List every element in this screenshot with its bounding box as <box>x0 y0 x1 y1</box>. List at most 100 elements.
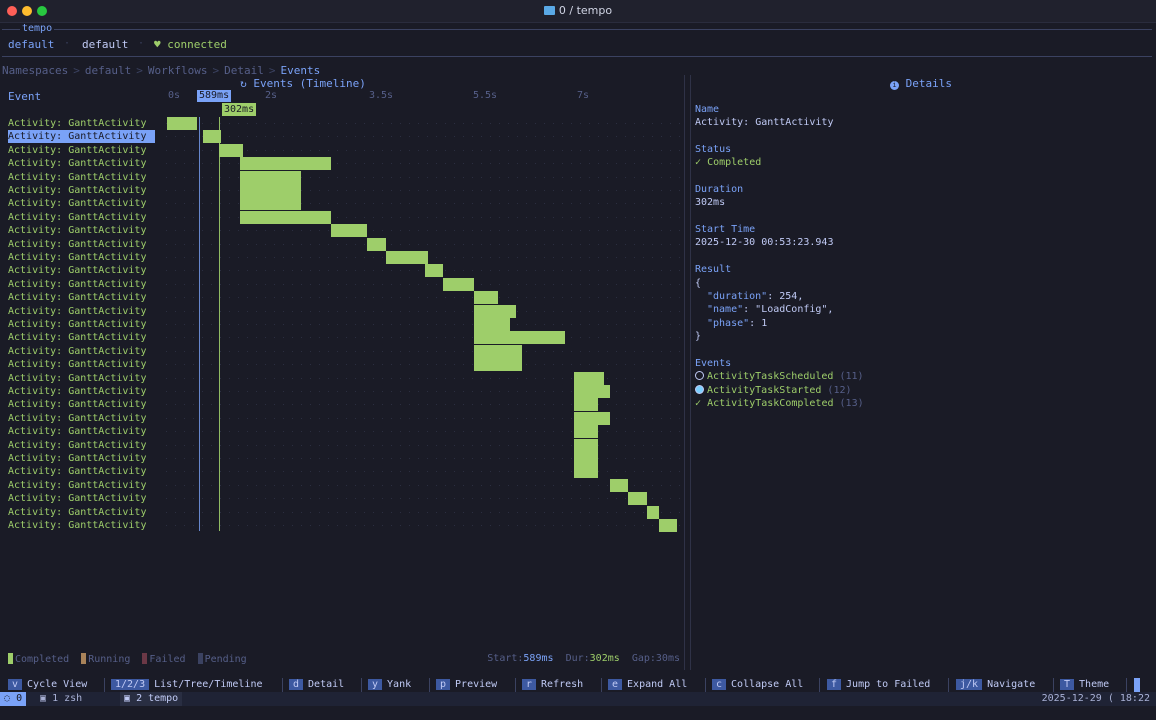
row-label: Activity: GanttActivity <box>8 453 147 464</box>
timeline-row[interactable]: Activity: GanttActivity <box>2 398 682 412</box>
timeline-row[interactable]: Activity: GanttActivity <box>2 170 682 184</box>
timeline-row[interactable]: Activity: GanttActivity <box>2 184 682 197</box>
gantt-bar[interactable] <box>219 143 244 157</box>
hotkey-refresh[interactable]: r Refresh <box>522 678 583 692</box>
timeline-row[interactable]: Activity: GanttActivity <box>2 492 682 506</box>
gantt-bar[interactable] <box>473 358 523 372</box>
row-label: Activity: GanttActivity <box>8 412 147 424</box>
gantt-bar[interactable] <box>239 210 331 224</box>
timeline-row[interactable]: Activity: GanttActivity <box>2 438 682 452</box>
gantt-bar[interactable] <box>239 157 331 171</box>
hotkey-expand-all[interactable]: e Expand All <box>608 678 687 692</box>
timeline-row[interactable]: Activity: GanttActivity <box>2 130 682 144</box>
history-icon: ↻ <box>240 77 247 90</box>
row-guide <box>166 350 682 352</box>
gantt-bar[interactable] <box>473 331 565 345</box>
timeline-row[interactable]: Activity: GanttActivity <box>2 237 682 251</box>
stat-gap: 30ms <box>655 653 680 664</box>
gantt-bar[interactable] <box>628 492 647 506</box>
gantt-bar[interactable] <box>202 130 222 144</box>
row-label: Activity: GanttActivity <box>8 506 147 518</box>
event-item[interactable]: ActivityTaskScheduled (11) <box>695 371 864 382</box>
hotkey-navigate[interactable]: j/k Navigate <box>956 678 1035 692</box>
tmux-window-2[interactable]: ▣ 2 tempo <box>120 692 183 706</box>
timeline-row[interactable]: Activity: GanttActivity <box>2 117 682 130</box>
tick-label: 3.5s <box>369 90 394 101</box>
timeline-row[interactable]: Activity: GanttActivity <box>2 478 682 492</box>
gantt-bar[interactable] <box>573 425 598 439</box>
hotkey-cycle-view[interactable]: v Cycle View <box>8 678 87 692</box>
gantt-bar[interactable] <box>573 371 605 385</box>
namespace-value[interactable]: default <box>8 38 54 51</box>
legend-completed: Completed <box>8 653 69 665</box>
timeline-row[interactable]: Activity: GanttActivity <box>2 371 682 385</box>
gantt-bar[interactable] <box>573 385 611 398</box>
gantt-bar[interactable] <box>573 398 598 412</box>
gantt-bar[interactable] <box>573 411 611 425</box>
timeline-row[interactable]: Activity: GanttActivity <box>2 425 682 439</box>
timeline-row[interactable]: Activity: GanttActivity <box>2 277 682 291</box>
gantt-bar[interactable] <box>239 184 301 197</box>
hotkey-jump-failed[interactable]: f Jump to Failed <box>827 678 930 692</box>
timeline-row[interactable]: Activity: GanttActivity <box>2 251 682 264</box>
timeline-row[interactable]: Activity: GanttActivity <box>2 358 682 372</box>
timeline-row[interactable]: Activity: GanttActivity <box>2 157 682 171</box>
gantt-bar[interactable] <box>330 224 368 238</box>
timeline-row[interactable]: Activity: GanttActivity <box>2 465 682 479</box>
timeline-row[interactable]: Activity: GanttActivity <box>2 385 682 398</box>
hotkey-bar: v Cycle View 1/2/3 List/Tree/Timeline d Det… <box>0 676 1156 692</box>
timeline-row[interactable]: Activity: GanttActivity <box>2 264 682 278</box>
timeline-row[interactable]: Activity: GanttActivity <box>2 505 682 519</box>
gantt-bar[interactable] <box>646 505 659 519</box>
duration-label: Duration <box>695 184 744 195</box>
gantt-bar[interactable] <box>573 452 598 465</box>
timeline-row[interactable]: Activity: GanttActivity <box>2 318 682 331</box>
status-label: Status <box>695 144 732 155</box>
timeline-row[interactable]: Activity: GanttActivity <box>2 197 682 211</box>
hotkey-preview[interactable]: p Preview <box>436 678 497 692</box>
tmux-window-1[interactable]: ▣ 1 zsh <box>40 692 82 706</box>
timeline-row[interactable]: Activity: GanttActivity <box>2 291 682 305</box>
timeline-row[interactable]: Activity: GanttActivity <box>2 210 682 224</box>
timeline-row[interactable]: Activity: GanttActivity <box>2 304 682 318</box>
timeline-row[interactable]: Activity: GanttActivity <box>2 331 682 345</box>
cluster-value[interactable]: default <box>82 38 128 51</box>
hotkey-detail[interactable]: d Detail <box>289 678 344 692</box>
timeline-row[interactable]: Activity: GanttActivity <box>2 411 682 425</box>
gantt-bar[interactable] <box>473 304 517 318</box>
row-label: Activity: GanttActivity <box>8 399 147 411</box>
gantt-bar[interactable] <box>473 291 498 305</box>
gantt-bar[interactable] <box>167 117 198 130</box>
gantt-bar[interactable] <box>424 264 444 278</box>
row-label: Activity: GanttActivity <box>8 265 147 277</box>
timeline-row[interactable]: Activity: GanttActivity <box>2 519 682 532</box>
event-item[interactable]: ✓ ActivityTaskCompleted (13) <box>695 398 864 409</box>
result-line: "duration": 254, <box>707 291 804 302</box>
timeline-row[interactable]: Activity: GanttActivity <box>2 143 682 157</box>
gantt-bar[interactable] <box>573 438 598 452</box>
gantt-bar[interactable] <box>473 344 523 358</box>
hotkey-collapse-all[interactable]: c Collapse All <box>712 678 803 692</box>
gantt-bar[interactable] <box>385 251 428 264</box>
row-label: Activity: GanttActivity <box>8 493 147 505</box>
gantt-bar[interactable] <box>658 519 677 532</box>
tmux-session: ◌ 0 <box>0 692 27 706</box>
gantt-bar[interactable] <box>239 170 301 184</box>
gantt-bar[interactable] <box>443 277 474 291</box>
timeline-row[interactable]: Activity: GanttActivity <box>2 452 682 465</box>
timeline-row[interactable]: Activity: GanttActivity <box>2 224 682 238</box>
gantt-bar[interactable] <box>573 465 598 479</box>
timeline-row[interactable]: Activity: GanttActivity <box>2 344 682 358</box>
row-label: Activity: GanttActivity <box>8 292 147 304</box>
gantt-bar[interactable] <box>367 237 386 251</box>
gantt-bar[interactable] <box>473 318 510 331</box>
hotkey-view-mode[interactable]: 1/2/3 List/Tree/Timeline <box>111 678 262 692</box>
legend-failed: Failed <box>142 653 186 665</box>
gantt-bar[interactable] <box>610 478 629 492</box>
row-guide <box>166 525 682 526</box>
hotkey-theme[interactable]: T Theme <box>1060 678 1109 692</box>
hotkey-yank[interactable]: y Yank <box>368 678 411 692</box>
gantt-bar[interactable] <box>239 197 301 211</box>
tmux-datetime: 2025-12-29 ( 18:22 <box>1041 693 1150 704</box>
event-item[interactable]: ActivityTaskStarted (12) <box>695 385 852 396</box>
